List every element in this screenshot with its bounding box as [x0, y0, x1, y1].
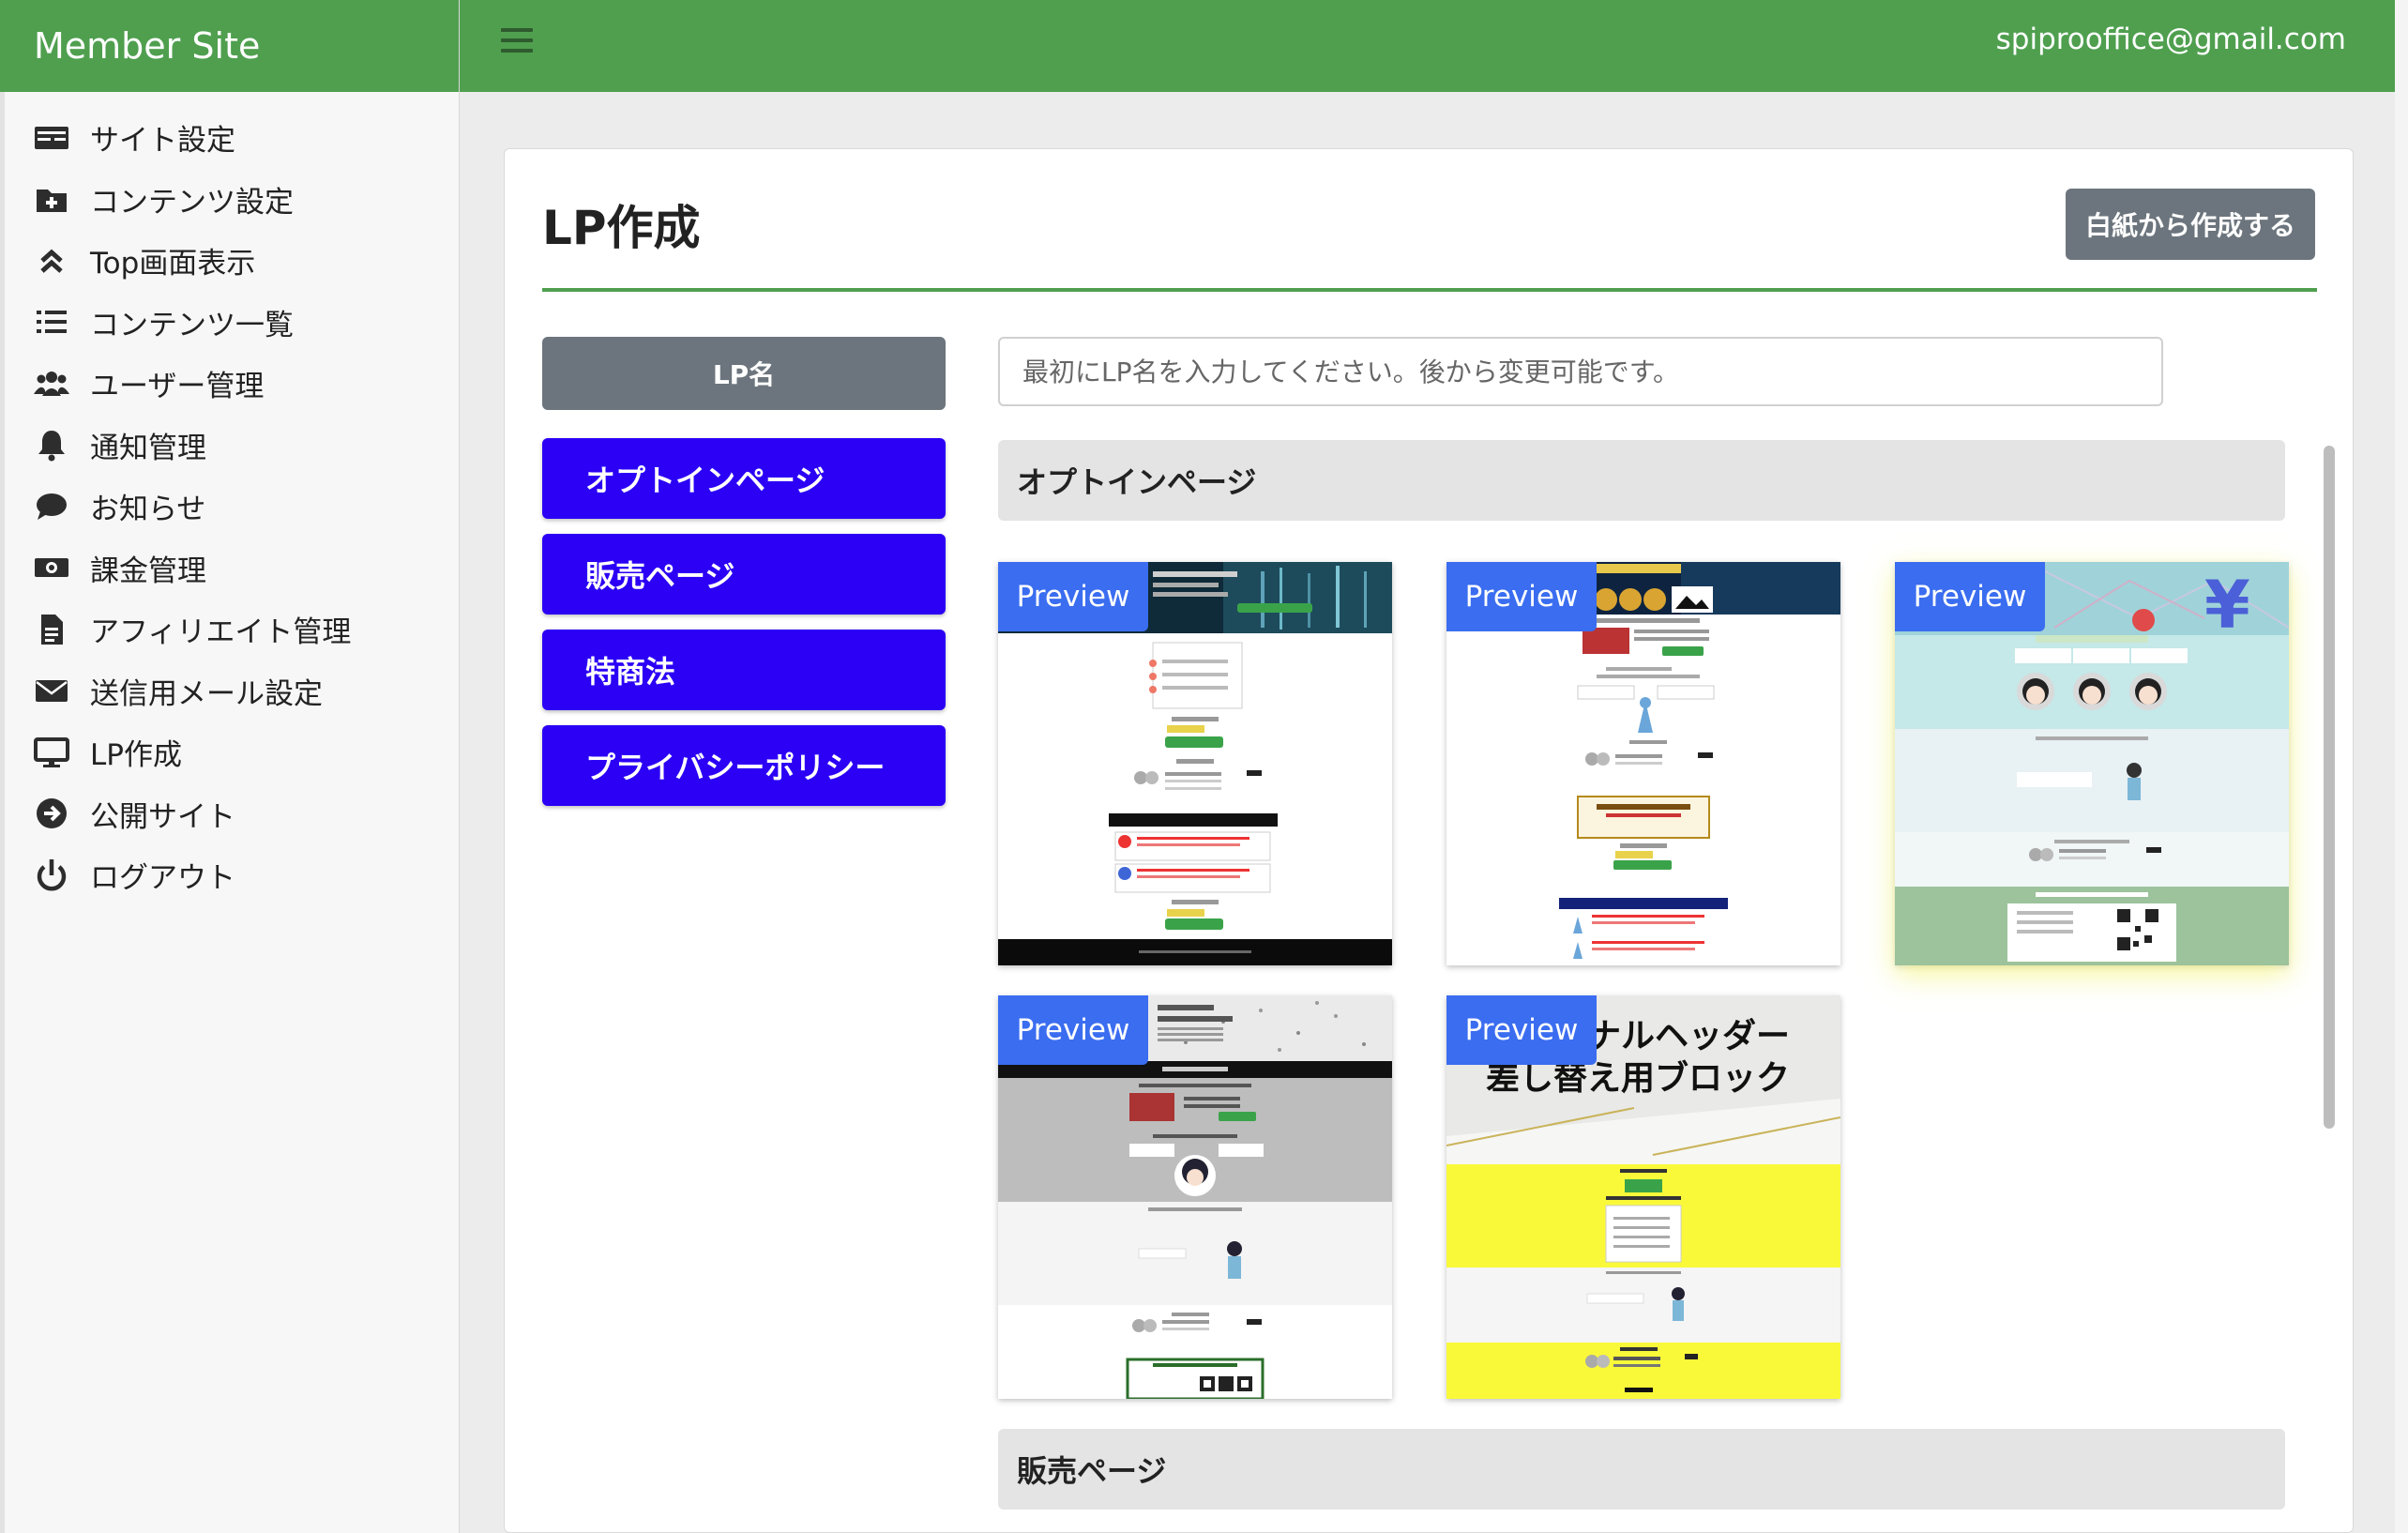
sidebar-item-news[interactable]: お知らせ: [0, 476, 459, 538]
sidebar-item-mail-settings[interactable]: 送信用メール設定: [0, 660, 459, 722]
page-title: LP作成: [542, 201, 701, 255]
svg-text:¥: ¥: [2204, 567, 2250, 644]
money-icon: [32, 548, 71, 587]
sidebar-item-top-display[interactable]: Top画面表示: [0, 230, 459, 292]
sidebar-item-label: 送信用メール設定: [90, 676, 323, 711]
commerce-law-button[interactable]: 特商法: [542, 630, 946, 710]
menu-toggle-icon[interactable]: [501, 28, 533, 62]
bell-icon: [32, 425, 71, 464]
preview-button[interactable]: Preview: [1895, 562, 2045, 631]
sidebar-item-label: LP作成: [90, 738, 182, 773]
sidebar-item-content-settings[interactable]: コンテンツ設定: [0, 169, 459, 231]
sidebar-item-site-settings[interactable]: サイト設定: [0, 107, 459, 169]
comment-icon: [32, 487, 71, 526]
card-icon: [32, 118, 71, 158]
folder-plus-icon: [32, 179, 71, 219]
window-edge: [2395, 0, 2408, 1533]
document-icon: [32, 610, 71, 649]
users-icon: [32, 364, 71, 403]
sidebar-item-affiliate-management[interactable]: アフィリエイト管理: [0, 599, 459, 660]
list-icon: [32, 302, 71, 342]
sidebar-item-label: アフィリエイト管理: [90, 615, 352, 650]
sidebar-item-label: Top画面表示: [90, 247, 256, 281]
create-from-blank-button[interactable]: 白紙から作成する: [2066, 189, 2315, 260]
content-scrollbar[interactable]: [2324, 446, 2335, 1129]
arrow-circle-right-icon: [32, 794, 71, 833]
optin-page-button[interactable]: オプトインページ: [542, 438, 946, 519]
user-email[interactable]: spiprooffice@gmail.com: [1996, 23, 2346, 56]
sidebar-item-label: コンテンツ一覧: [90, 308, 294, 342]
double-chevron-up-icon: [32, 241, 71, 281]
sidebar-item-public-site[interactable]: 公開サイト: [0, 783, 459, 845]
privacy-policy-button[interactable]: プライバシーポリシー: [542, 725, 946, 806]
preview-button[interactable]: Preview: [998, 562, 1148, 631]
template-card-3[interactable]: Preview ¥: [1895, 562, 2289, 965]
sales-page-button[interactable]: 販売ページ: [542, 534, 946, 615]
section-header-sales: 販売ページ: [998, 1429, 2285, 1510]
template-header-text-1: ナルヘッダー: [1587, 1017, 1790, 1055]
sidebar-item-label: 課金管理: [90, 554, 206, 588]
lp-name-input[interactable]: [998, 337, 2163, 406]
sidebar-item-notification-management[interactable]: 通知管理: [0, 415, 459, 477]
power-icon: [32, 856, 71, 895]
monitor-icon: [32, 733, 71, 772]
preview-button[interactable]: Preview: [1446, 995, 1597, 1065]
sidebar-item-billing-management[interactable]: 課金管理: [0, 538, 459, 600]
template-card-5[interactable]: Preview ナルヘッダー 差し替え用ブロック: [1446, 995, 1840, 1399]
preview-button[interactable]: Preview: [1446, 562, 1597, 631]
template-card-2[interactable]: Preview: [1446, 562, 1840, 965]
sidebar-item-user-management[interactable]: ユーザー管理: [0, 353, 459, 415]
sidebar-item-label: サイト設定: [90, 124, 235, 159]
envelope-icon: [32, 671, 71, 710]
lp-create-card: LP作成 白紙から作成する LP名 オプトインページ 販売ページ 特商法 プライ…: [504, 148, 2354, 1533]
sidebar-item-lp-create[interactable]: LP作成: [0, 721, 459, 783]
template-card-4[interactable]: Preview: [998, 995, 1392, 1399]
sidebar: Member Site サイト設定 コンテンツ設定 Top画面表示 コンテンツ一…: [0, 0, 460, 1533]
topbar: spiprooffice@gmail.com: [460, 0, 2395, 92]
sidebar-item-label: 通知管理: [90, 431, 206, 465]
sidebar-item-label: ログアウト: [90, 861, 235, 896]
sidebar-item-content-list[interactable]: コンテンツ一覧: [0, 292, 459, 354]
sidebar-item-label: コンテンツ設定: [90, 185, 294, 220]
brand-title[interactable]: Member Site: [0, 0, 459, 92]
title-divider: [542, 288, 2317, 292]
sidebar-item-label: お知らせ: [90, 493, 206, 527]
sidebar-nav: サイト設定 コンテンツ設定 Top画面表示 コンテンツ一覧 ユーザー管理 通知管…: [0, 92, 459, 906]
lp-name-button[interactable]: LP名: [542, 337, 946, 410]
preview-button[interactable]: Preview: [998, 995, 1148, 1065]
sidebar-edge: [0, 92, 5, 1533]
template-card-1[interactable]: Preview: [998, 562, 1392, 965]
sidebar-item-label: ユーザー管理: [90, 370, 265, 404]
sidebar-item-logout[interactable]: ログアウト: [0, 844, 459, 906]
sidebar-item-label: 公開サイト: [90, 799, 235, 834]
section-header-optin: オプトインページ: [998, 440, 2285, 521]
